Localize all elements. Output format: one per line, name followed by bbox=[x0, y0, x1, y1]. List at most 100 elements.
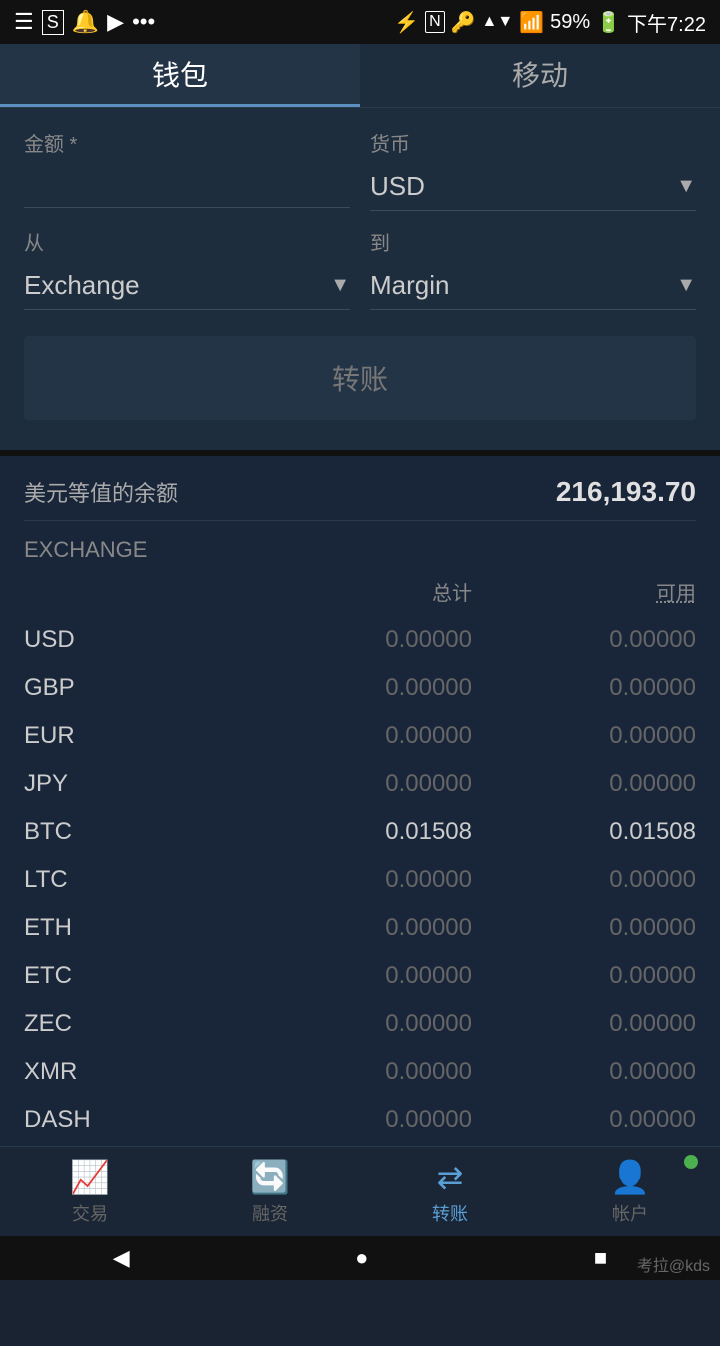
currency-name: ETH bbox=[24, 914, 248, 942]
currency-name: ETC bbox=[24, 962, 248, 990]
currency-total: 0.00000 bbox=[248, 626, 472, 654]
to-label: 到 bbox=[370, 227, 696, 256]
currency-total: 0.01508 bbox=[248, 818, 472, 846]
funding-icon: 🔄 bbox=[250, 1158, 290, 1196]
currency-available: 0.00000 bbox=[472, 866, 696, 894]
trading-label: 交易 bbox=[72, 1200, 108, 1226]
currency-available: 0.00000 bbox=[472, 914, 696, 942]
currency-available: 0.00000 bbox=[472, 626, 696, 654]
battery-indicator: 59% bbox=[550, 11, 590, 34]
tab-move[interactable]: 移动 bbox=[360, 44, 720, 107]
amount-label: 金额 * bbox=[24, 128, 350, 157]
nav-item-trading[interactable]: 📈 交易 bbox=[0, 1147, 180, 1236]
form-row-amount-currency: 金额 * 货币 USD ▼ bbox=[24, 128, 696, 211]
to-value: Margin bbox=[370, 270, 449, 301]
nav-item-account[interactable]: 👤 帐户 bbox=[540, 1147, 720, 1236]
recents-button[interactable]: ■ bbox=[594, 1245, 607, 1271]
table-row: ZEC 0.00000 0.00000 bbox=[24, 1000, 696, 1048]
currency-available: 0.00000 bbox=[472, 770, 696, 798]
table-row: USD 0.00000 0.00000 bbox=[24, 616, 696, 664]
account-icon: 👤 bbox=[610, 1158, 650, 1196]
transfer-form: 金额 * 货币 USD ▼ 从 Exchange ▼ bbox=[0, 108, 720, 450]
back-button[interactable]: ◀ bbox=[113, 1245, 130, 1271]
currency-available: 0.00000 bbox=[472, 722, 696, 750]
from-dropdown-arrow: ▼ bbox=[330, 274, 350, 297]
currency-label: 货币 bbox=[370, 128, 696, 157]
currency-available: 0.00000 bbox=[472, 674, 696, 702]
currency-total: 0.00000 bbox=[248, 1058, 472, 1086]
amount-input[interactable] bbox=[24, 163, 350, 208]
bottom-nav: 📈 交易 🔄 融资 ⇄ 转账 👤 帐户 bbox=[0, 1146, 720, 1236]
key-icon: 🔑 bbox=[451, 10, 476, 35]
currency-name: XMR bbox=[24, 1058, 248, 1086]
status-right-icons: ⚡ N 🔑 ▲▼ 📶 59% 🔋 下午7:22 bbox=[394, 8, 706, 37]
table-row: EUR 0.00000 0.00000 bbox=[24, 712, 696, 760]
col-header-total: 总计 bbox=[248, 577, 472, 606]
currency-name: ZEC bbox=[24, 1010, 248, 1038]
transfer-nav-label: 转账 bbox=[432, 1200, 468, 1226]
table-header: 总计 可用 bbox=[24, 577, 696, 606]
from-select[interactable]: Exchange ▼ bbox=[24, 262, 350, 310]
to-select[interactable]: Margin ▼ bbox=[370, 262, 696, 310]
table-row: XMR 0.00000 0.00000 bbox=[24, 1048, 696, 1096]
nav-item-funding[interactable]: 🔄 融资 bbox=[180, 1147, 360, 1236]
col-header-name bbox=[24, 577, 248, 606]
transfer-button[interactable]: 转账 bbox=[24, 336, 696, 420]
trading-icon: 📈 bbox=[70, 1158, 110, 1196]
status-bar: ☰ S 🔔 ▶ ••• ⚡ N 🔑 ▲▼ 📶 59% 🔋 下午7:22 bbox=[0, 0, 720, 44]
table-row: GBP 0.00000 0.00000 bbox=[24, 664, 696, 712]
transfer-icon: ⇄ bbox=[437, 1158, 464, 1196]
currency-name: LTC bbox=[24, 866, 248, 894]
balance-label: 美元等值的余额 bbox=[24, 476, 178, 508]
currency-available: 0.00000 bbox=[472, 1058, 696, 1086]
s-icon: S bbox=[42, 10, 64, 35]
exchange-table: EXCHANGE 总计 可用 USD 0.00000 0.00000 GBP 0… bbox=[24, 537, 696, 1192]
currency-name: GBP bbox=[24, 674, 248, 702]
exchange-rows-container: USD 0.00000 0.00000 GBP 0.00000 0.00000 … bbox=[24, 616, 696, 1192]
currency-name: USD bbox=[24, 626, 248, 654]
table-row: BTC 0.01508 0.01508 bbox=[24, 808, 696, 856]
currency-available: 0.01508 bbox=[472, 818, 696, 846]
top-tab-bar: 钱包 移动 bbox=[0, 44, 720, 108]
currency-value: USD bbox=[370, 171, 425, 202]
battery-icon: 🔋 bbox=[596, 10, 621, 35]
col-header-available: 可用 bbox=[472, 577, 696, 606]
nav-item-transfer[interactable]: ⇄ 转账 bbox=[360, 1147, 540, 1236]
currency-available: 0.00000 bbox=[472, 1106, 696, 1134]
status-left-icons: ☰ S 🔔 ▶ ••• bbox=[14, 9, 155, 35]
exchange-section-title: EXCHANGE bbox=[24, 537, 696, 563]
currency-total: 0.00000 bbox=[248, 674, 472, 702]
currency-total: 0.00000 bbox=[248, 1010, 472, 1038]
table-row: ETC 0.00000 0.00000 bbox=[24, 952, 696, 1000]
currency-available: 0.00000 bbox=[472, 1010, 696, 1038]
currency-name: JPY bbox=[24, 770, 248, 798]
table-row: JPY 0.00000 0.00000 bbox=[24, 760, 696, 808]
currency-dropdown-arrow: ▼ bbox=[676, 175, 696, 198]
balance-section: 美元等值的余额 216,193.70 EXCHANGE 总计 可用 USD 0.… bbox=[0, 450, 720, 1212]
online-status-dot bbox=[684, 1155, 698, 1169]
balance-value: 216,193.70 bbox=[556, 476, 696, 508]
clock: 下午7:22 bbox=[627, 8, 706, 37]
currency-name: DASH bbox=[24, 1106, 248, 1134]
lte-icon: ▲▼ bbox=[482, 13, 514, 31]
tab-wallet[interactable]: 钱包 bbox=[0, 44, 360, 107]
home-button[interactable]: ● bbox=[355, 1245, 368, 1271]
currency-name: EUR bbox=[24, 722, 248, 750]
bluetooth-icon: ⚡ bbox=[394, 10, 419, 35]
currency-total: 0.00000 bbox=[248, 962, 472, 990]
table-row: ETH 0.00000 0.00000 bbox=[24, 904, 696, 952]
form-row-from-to: 从 Exchange ▼ 到 Margin ▼ bbox=[24, 227, 696, 310]
watermark: 考拉@kds bbox=[637, 1252, 710, 1276]
currency-select[interactable]: USD ▼ bbox=[370, 163, 696, 211]
currency-available: 0.00000 bbox=[472, 962, 696, 990]
more-icon: ••• bbox=[132, 9, 155, 35]
signal-bars: 📶 bbox=[519, 10, 544, 35]
account-label: 帐户 bbox=[612, 1200, 648, 1226]
balance-row: 美元等值的余额 216,193.70 bbox=[24, 476, 696, 521]
funding-label: 融资 bbox=[252, 1200, 288, 1226]
menu-icon: ☰ bbox=[14, 9, 34, 35]
to-dropdown-arrow: ▼ bbox=[676, 274, 696, 297]
system-bar: ◀ ● ■ 考拉@kds bbox=[0, 1236, 720, 1280]
play-icon: ▶ bbox=[107, 9, 124, 35]
from-label: 从 bbox=[24, 227, 350, 256]
